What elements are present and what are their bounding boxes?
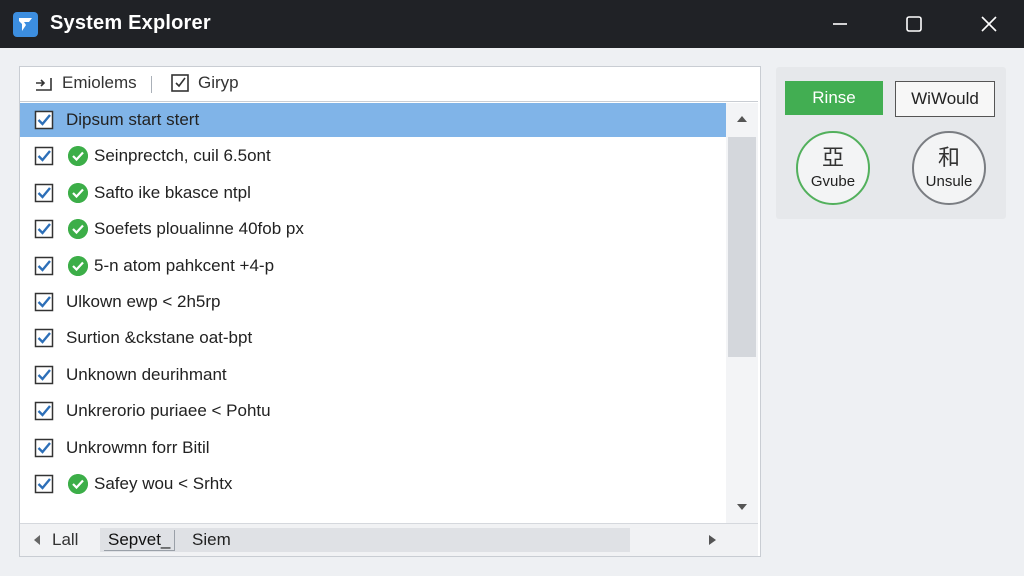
checkbox-checked-icon[interactable] xyxy=(34,292,54,312)
success-check-icon xyxy=(68,219,88,240)
import-icon xyxy=(36,78,52,91)
checkbox-checked-icon[interactable] xyxy=(34,474,54,494)
list-item-label: 5-n atom pahkcent +4-p xyxy=(94,255,275,275)
tab-siem[interactable]: Siem xyxy=(192,530,231,550)
maximize-button[interactable] xyxy=(886,0,942,48)
maximize-icon xyxy=(906,16,922,32)
app-logo-icon xyxy=(13,12,38,37)
list-item-label: Surtion &ckstane oat-bpt xyxy=(66,328,253,348)
unsule-button[interactable]: 和 Unsule xyxy=(912,131,986,205)
minimize-icon xyxy=(833,23,847,25)
checklist-icon xyxy=(171,74,189,92)
minimize-button[interactable] xyxy=(812,0,868,48)
checkbox-checked-icon[interactable] xyxy=(34,438,54,458)
list-item[interactable]: Ulkown ewp < 2h5rp xyxy=(20,285,726,319)
window-title: System Explorer xyxy=(50,12,211,34)
would-button[interactable]: WiWould xyxy=(895,81,995,117)
close-icon xyxy=(981,16,997,32)
header-divider xyxy=(151,76,152,93)
success-check-icon xyxy=(68,146,88,167)
scroll-left-button[interactable]: Lall xyxy=(32,530,78,550)
list-item-label: Ulkown ewp < 2h5rp xyxy=(66,291,221,311)
list-item-label: Unkrowmn forr Bitil xyxy=(66,437,210,457)
checkbox-checked-icon[interactable] xyxy=(34,328,54,348)
checkbox-checked-icon[interactable] xyxy=(34,365,54,385)
list-item[interactable]: Safey wou < Srhtx xyxy=(20,467,726,501)
gvube-glyph-icon: 亞 xyxy=(821,145,844,171)
list-item-label: Unknown deurihmant xyxy=(66,364,227,384)
checkbox-checked-icon[interactable] xyxy=(34,110,54,130)
list-item[interactable]: Seinprectch, cuil 6.5ont xyxy=(20,139,726,173)
horizontal-scroll-thumb[interactable] xyxy=(100,528,630,552)
list-item-label: Safto ike bkasce ntpl xyxy=(94,182,251,202)
list-item-label: Dipsum start stert xyxy=(66,110,200,129)
success-check-icon xyxy=(68,255,88,276)
action-panel: Rinse WiWould 亞 Gvube 和 Unsule xyxy=(776,67,1006,219)
close-button[interactable] xyxy=(961,0,1017,48)
column-header-1-label: Emiolems xyxy=(62,73,137,92)
list-item[interactable]: Unkrerorio puriaee < Pohtu xyxy=(20,394,726,428)
list-header: Emiolems Girуp xyxy=(20,67,758,102)
column-header-2-label: Girуp xyxy=(198,73,239,92)
tab-sepvet[interactable]: Sepvet_ xyxy=(104,530,176,551)
list-item[interactable]: Soefets ploualinne 40fob px xyxy=(20,212,726,246)
unsule-label: Unsule xyxy=(925,172,973,190)
list-item-label: Seinprectch, cuil 6.5ont xyxy=(94,146,271,166)
column-header-1[interactable]: Emiolems xyxy=(34,73,137,93)
title-bar: System Explorer xyxy=(0,0,1024,48)
checkbox-checked-icon[interactable] xyxy=(34,146,54,166)
scroll-up-icon[interactable] xyxy=(736,113,748,125)
list-item[interactable]: Unkrowmn forr Bitil xyxy=(20,431,726,465)
gvube-button[interactable]: 亞 Gvube xyxy=(796,131,870,205)
chevron-right-icon[interactable] xyxy=(706,534,718,546)
success-check-icon xyxy=(68,473,88,494)
vertical-scroll-thumb[interactable] xyxy=(728,137,756,357)
rinse-button[interactable]: Rinse xyxy=(785,81,883,115)
gvube-label: Gvube xyxy=(810,172,856,190)
bottom-bar: Lall Sepvet_ Siem xyxy=(20,523,758,556)
checkbox-checked-icon[interactable] xyxy=(34,401,54,421)
list-item-label: Soefets ploualinne 40fob px xyxy=(94,219,304,239)
list-item[interactable]: Unknown deurihmant xyxy=(20,358,726,392)
unsule-glyph-icon: 和 xyxy=(937,145,960,171)
list-item-label: Unkrerorio puriaee < Pohtu xyxy=(66,401,271,421)
list-item[interactable]: 5-n atom pahkcent +4-p xyxy=(20,249,726,283)
checkbox-checked-icon[interactable] xyxy=(34,256,54,276)
item-list: Dipsum start stert Seinprectch, cuil 6.5o… xyxy=(20,103,726,523)
chevron-left-icon xyxy=(34,535,40,545)
checkbox-checked-icon[interactable] xyxy=(34,183,54,203)
list-item-label: Safey wou < Srhtx xyxy=(94,473,233,493)
list-item[interactable]: Dipsum start stert xyxy=(20,103,726,137)
items-list-panel: Emiolems Girуp Dipsum start stert Seinpre… xyxy=(19,66,761,557)
vertical-scrollbar[interactable] xyxy=(726,103,758,523)
checkbox-checked-icon[interactable] xyxy=(34,219,54,239)
scroll-down-icon[interactable] xyxy=(736,501,748,513)
bottom-left-label: Lall xyxy=(52,530,79,549)
column-header-2[interactable]: Girуp xyxy=(170,73,239,93)
list-item[interactable]: Safto ike bkasce ntpl xyxy=(20,176,726,210)
success-check-icon xyxy=(68,182,88,203)
list-item[interactable]: Surtion &ckstane oat-bpt xyxy=(20,321,726,355)
